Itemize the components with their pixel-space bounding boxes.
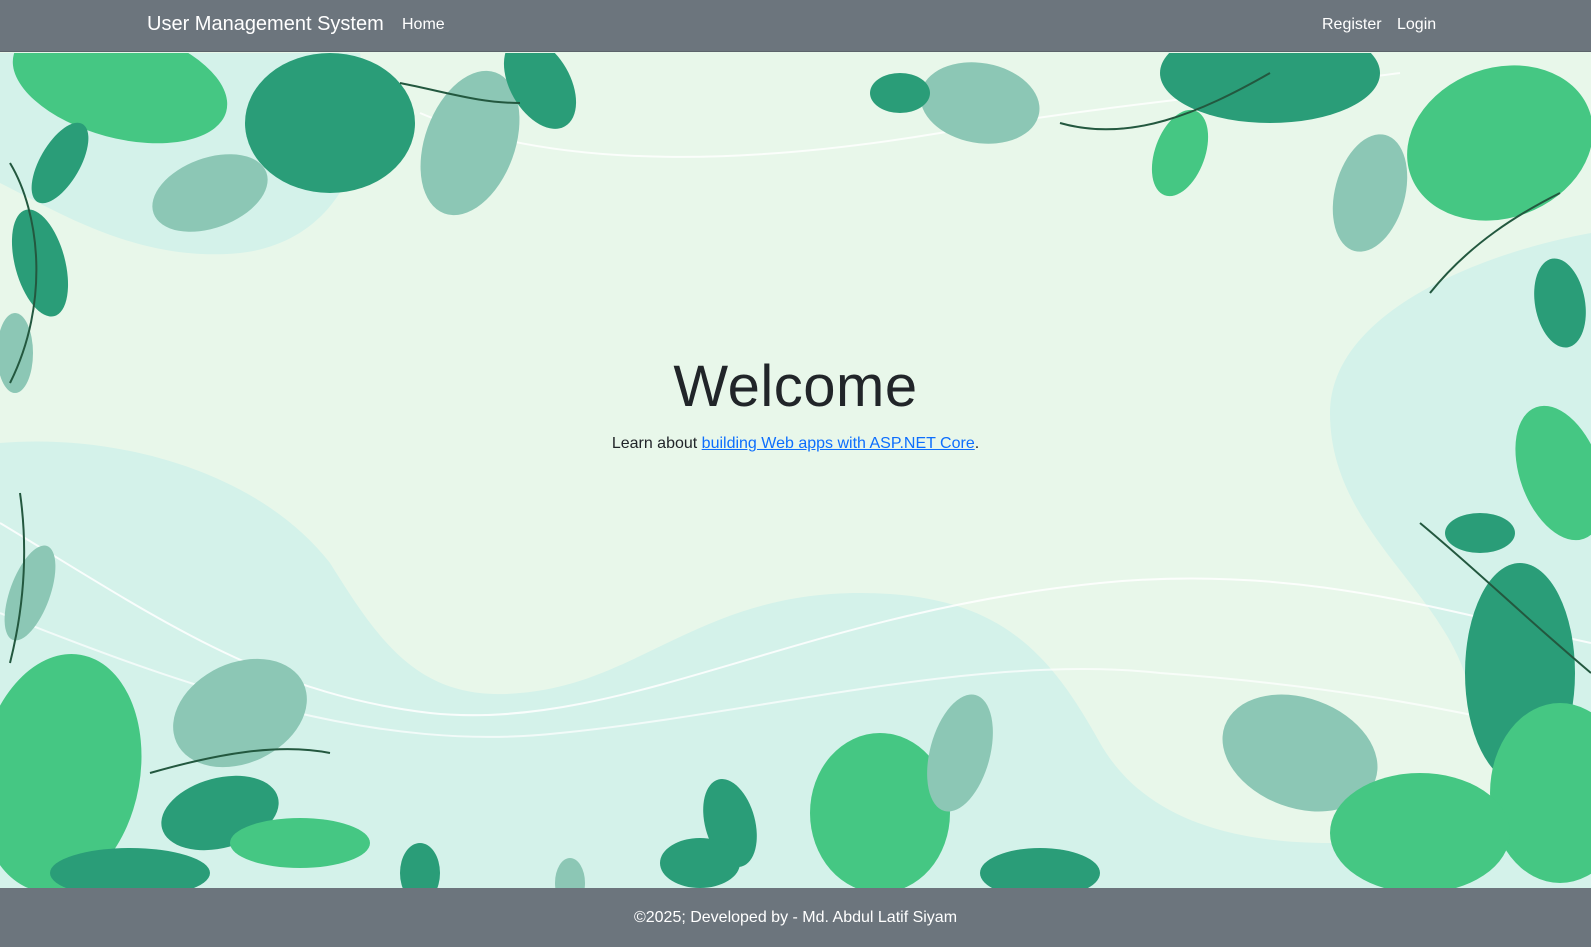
learn-prefix: Learn about — [611, 435, 702, 452]
navbar: User Management System Home Register Log… — [0, 0, 1591, 52]
learn-suffix: . — [974, 435, 980, 452]
welcome-heading: Welcome — [673, 354, 918, 419]
aspnet-docs-link[interactable]: building Web apps with ASP.NET Core — [702, 435, 975, 452]
hero-background: Welcome Learn about building Web apps wi… — [0, 53, 1591, 888]
brand-link[interactable]: User Management System — [147, 13, 384, 36]
learn-about-text: Learn about building Web apps with ASP.N… — [0, 435, 1591, 453]
nav-login-link[interactable]: Login — [1397, 16, 1436, 34]
leaf-decoration-icon — [0, 53, 1591, 888]
nav-register-link[interactable]: Register — [1322, 16, 1382, 34]
nav-home-link[interactable]: Home — [402, 16, 445, 34]
footer: ©2025; Developed by - Md. Abdul Latif Si… — [0, 888, 1591, 947]
footer-text: ©2025; Developed by - Md. Abdul Latif Si… — [633, 909, 958, 926]
